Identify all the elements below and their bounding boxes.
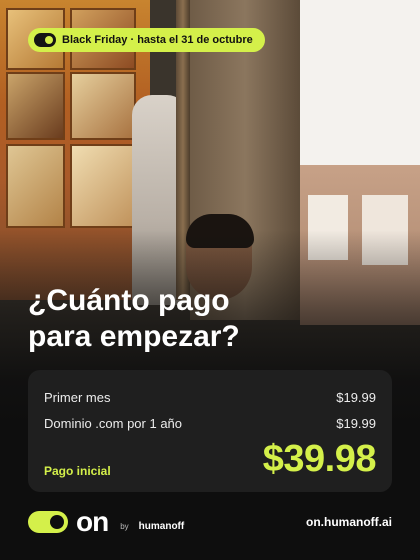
footer: on by humanoff on.humanoff.ai (28, 508, 392, 536)
toggle-icon (34, 33, 56, 47)
headline: ¿Cuánto pago para empezar? (28, 283, 388, 355)
brand-by: by (120, 521, 129, 531)
price-row-label: Dominio .com por 1 año (44, 416, 183, 431)
toggle-logo-icon (28, 511, 68, 533)
total-value: $39.98 (262, 438, 377, 480)
brand-word: on (76, 506, 109, 537)
ad-page: Black Friday · hasta el 31 de octubre ¿C… (0, 0, 420, 560)
price-row: Dominio .com por 1 año $19.99 (44, 416, 376, 431)
price-row: Primer mes $19.99 (44, 390, 376, 405)
sky (300, 0, 420, 165)
brand-company: humanoff (138, 520, 185, 532)
promo-badge: Black Friday · hasta el 31 de octubre (28, 28, 265, 52)
headline-line-1: ¿Cuánto pago (28, 284, 230, 317)
pricing-card: Primer mes $19.99 Dominio .com por 1 año… (28, 370, 392, 492)
price-row-value: $19.99 (336, 416, 376, 431)
price-row-label: Primer mes (44, 390, 111, 405)
brand-logo[interactable]: on by humanoff (28, 508, 184, 536)
total-label: Pago inicial (44, 464, 111, 478)
promo-label: Black Friday · hasta el 31 de octubre (62, 34, 253, 46)
website-link[interactable]: on.humanoff.ai (306, 515, 392, 529)
headline-line-2: para empezar? (28, 320, 240, 353)
price-row-value: $19.99 (336, 390, 376, 405)
